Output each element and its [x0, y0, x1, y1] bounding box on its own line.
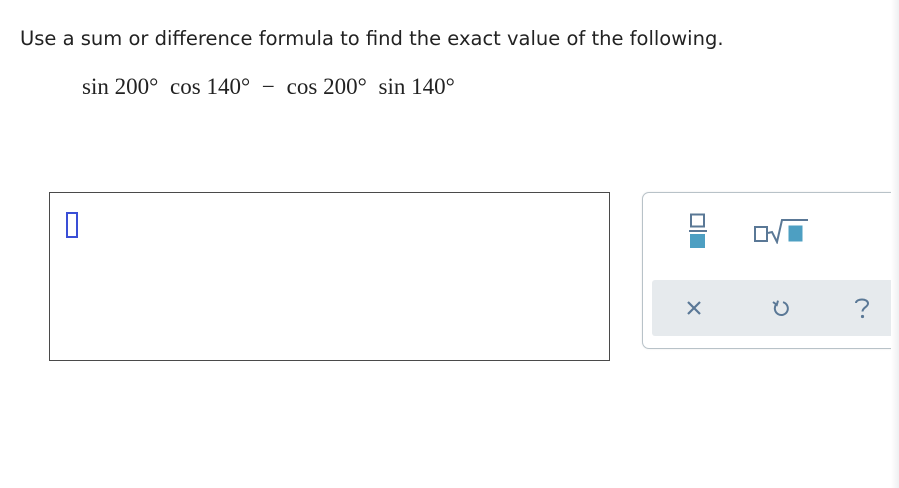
math-expression: sin 200° cos 140° − cos 200° sin 140°: [82, 74, 455, 100]
fraction-button[interactable]: [679, 209, 717, 253]
radical-button[interactable]: [747, 209, 815, 253]
help-icon: [855, 298, 870, 319]
input-cursor-placeholder[interactable]: [66, 212, 78, 238]
expr-angle: 140°: [411, 74, 455, 99]
expr-angle: 140°: [206, 74, 251, 99]
expr-minus-operator: −: [261, 74, 275, 99]
expr-func-cos: cos: [286, 74, 318, 99]
question-page: Use a sum or difference formula to find …: [0, 0, 899, 488]
expr-func-sin: sin: [82, 74, 109, 99]
fraction-icon: [689, 213, 707, 248]
radical-icon: [754, 219, 808, 244]
answer-input[interactable]: [49, 192, 610, 361]
question-instructions: Use a sum or difference formula to find …: [20, 27, 724, 50]
action-bar: [652, 280, 899, 336]
clear-icon: [687, 301, 701, 315]
help-button[interactable]: [842, 288, 882, 328]
expr-angle: 200°: [323, 74, 367, 99]
expr-angle: 200°: [114, 74, 159, 99]
math-palette: [642, 192, 899, 349]
page-scroll-edge: [891, 0, 899, 488]
undo-icon: [772, 300, 789, 316]
expr-func-cos: cos: [170, 74, 201, 99]
clear-button[interactable]: [674, 288, 714, 328]
expr-func-sin: sin: [378, 74, 406, 99]
undo-button[interactable]: [760, 288, 800, 328]
